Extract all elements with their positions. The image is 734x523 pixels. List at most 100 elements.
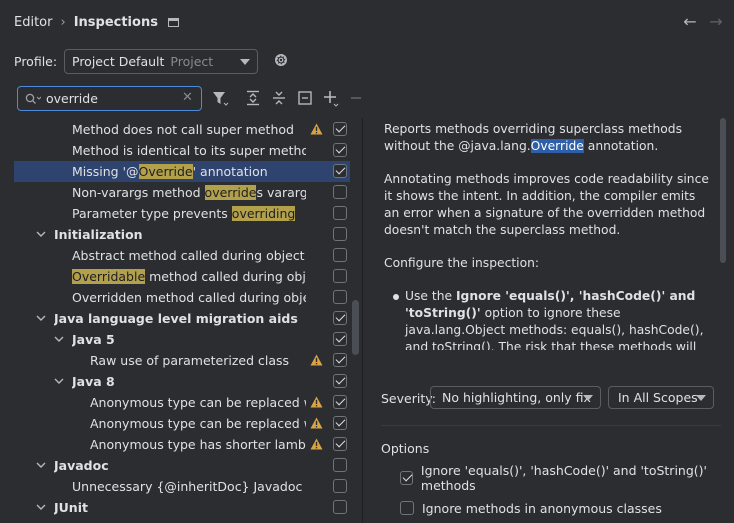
option-checkbox[interactable]: [400, 471, 413, 485]
tree-row[interactable]: Anonymous type has shorter lambda alt: [14, 434, 350, 455]
tree-row-checkbox[interactable]: [333, 353, 347, 367]
tree-row[interactable]: Method does not call super method: [14, 119, 350, 140]
warning-icon: [310, 354, 323, 366]
chevron-down-icon: [583, 395, 593, 401]
tree-group[interactable]: Java 5: [14, 329, 350, 350]
chevron-down-icon[interactable]: [35, 228, 47, 240]
filter-icon[interactable]: [211, 89, 229, 107]
tree-row-label: Method does not call super method: [72, 122, 294, 137]
tree-group[interactable]: Javadoc: [14, 455, 350, 476]
description-panel: Reports methods overriding superclass me…: [380, 118, 720, 350]
tree-row-checkbox[interactable]: [333, 479, 347, 493]
tree-row-label: Missing '@Override' annotation: [72, 164, 268, 179]
gear-icon[interactable]: [273, 52, 289, 68]
tree-row[interactable]: Abstract method called during object con…: [14, 245, 350, 266]
tree-row-checkbox[interactable]: [333, 248, 347, 262]
back-arrow-icon[interactable]: ←: [681, 12, 699, 31]
description-details: Annotating methods improves code readabi…: [384, 172, 709, 237]
tree-row-checkbox[interactable]: [333, 374, 347, 388]
warning-icon: [310, 396, 323, 408]
remove-icon[interactable]: [348, 89, 366, 107]
option-label: Ignore methods in anonymous classes: [422, 500, 662, 516]
tree-group[interactable]: Java language level migration aids: [14, 308, 350, 329]
search-match-highlight: override: [204, 185, 257, 200]
severity-label: Severity:: [381, 391, 436, 406]
tree-row[interactable]: Unnecessary {@inheritDoc} Javadoc comme: [14, 476, 350, 497]
search-match-highlight: overriding: [231, 206, 296, 221]
options-separator: [381, 425, 721, 426]
expand-all-icon[interactable]: [244, 89, 262, 107]
tree-group[interactable]: Java 8: [14, 371, 350, 392]
tree-row[interactable]: Anonymous type can be replaced with l: [14, 392, 350, 413]
tree-row-label: Javadoc: [54, 458, 109, 473]
tree-row-checkbox[interactable]: [333, 164, 347, 178]
tree-row[interactable]: Anonymous type can be replaced with r: [14, 413, 350, 434]
tree-row-label: Unnecessary {@inheritDoc} Javadoc comme: [72, 479, 306, 494]
tree-row[interactable]: Raw use of parameterized class: [14, 350, 350, 371]
tree-row-label: Abstract method called during object con…: [72, 248, 306, 263]
option-ignore-object-methods[interactable]: Ignore 'equals()', 'hashCode()' and 'toS…: [400, 463, 734, 493]
tree-row-label: Raw use of parameterized class: [90, 353, 290, 368]
tree-row-checkbox[interactable]: [333, 185, 347, 199]
tree-row-checkbox[interactable]: [333, 290, 347, 304]
tree-row-checkbox[interactable]: [333, 458, 347, 472]
warning-icon: [310, 123, 323, 135]
tree-row-checkbox[interactable]: [333, 206, 347, 220]
tree-row-label: Java 5: [72, 332, 115, 347]
search-input[interactable]: [46, 91, 176, 106]
tree-row-checkbox[interactable]: [333, 332, 347, 346]
description-bullet: Use the Ignore 'equals()', 'hashCode()' …: [384, 288, 714, 350]
profile-dropdown[interactable]: Project Default Project: [64, 49, 258, 74]
add-icon[interactable]: [322, 89, 340, 107]
breadcrumb-inspections: Inspections: [73, 14, 158, 30]
tree-row[interactable]: Overridable method called during object …: [14, 266, 350, 287]
warning-icon: [310, 417, 323, 429]
tree-group[interactable]: JUnit: [14, 497, 350, 518]
tree-row[interactable]: Non-varargs method overrides varargs met…: [14, 182, 350, 203]
breadcrumb: Editor › Inspections: [14, 12, 179, 32]
chevron-down-icon[interactable]: [35, 459, 47, 471]
clear-search-icon[interactable]: ✕: [182, 90, 193, 105]
description-summary: Reports methods overriding superclass me…: [384, 122, 682, 153]
tree-row-checkbox[interactable]: [333, 416, 347, 430]
tree-row[interactable]: Parameter type prevents overriding: [14, 203, 350, 224]
panel-divider[interactable]: [362, 118, 363, 523]
option-label: Ignore 'equals()', 'hashCode()' and 'toS…: [420, 463, 707, 493]
search-field[interactable]: ✕: [17, 86, 202, 111]
chevron-down-icon[interactable]: [35, 312, 47, 324]
tree-row[interactable]: Overridden method called during object c…: [14, 287, 350, 308]
tree-scrollbar[interactable]: [352, 300, 359, 355]
tree-row-label: Overridable method called during object …: [72, 269, 306, 284]
chevron-down-icon[interactable]: [53, 375, 65, 387]
scope-dropdown[interactable]: In All Scopes: [608, 386, 714, 409]
reset-to-default-icon[interactable]: [296, 89, 314, 107]
collapse-all-icon[interactable]: [270, 89, 288, 107]
tree-row-checkbox[interactable]: [333, 311, 347, 325]
chevron-down-icon[interactable]: [53, 333, 65, 345]
pin-icon[interactable]: [167, 17, 179, 27]
tree-group[interactable]: Initialization: [14, 224, 350, 245]
search-match-highlight: Overridable: [72, 269, 146, 284]
inspection-tree[interactable]: Method does not call super method Method …: [14, 118, 362, 523]
chevron-down-icon: [240, 59, 250, 65]
tree-row-label: Java language level migration aids: [54, 311, 298, 326]
description-scrollbar[interactable]: [720, 118, 726, 263]
tree-row-checkbox[interactable]: [333, 500, 347, 514]
chevron-down-icon[interactable]: [35, 501, 47, 513]
forward-arrow-icon[interactable]: →: [707, 12, 725, 31]
breadcrumb-editor[interactable]: Editor: [14, 15, 52, 30]
tree-row-label: Overridden method called during object c…: [72, 290, 306, 305]
tree-row[interactable]: Missing '@Override' annotation: [14, 161, 350, 182]
description-configure: Configure the inspection:: [384, 256, 540, 270]
tree-row-checkbox[interactable]: [333, 395, 347, 409]
severity-value: No highlighting, only fix: [442, 390, 591, 405]
tree-row[interactable]: Method is identical to its super method: [14, 140, 350, 161]
severity-dropdown[interactable]: No highlighting, only fix: [430, 386, 601, 409]
tree-row-checkbox[interactable]: [333, 143, 347, 157]
option-checkbox[interactable]: [400, 501, 414, 515]
tree-row-checkbox[interactable]: [333, 269, 347, 283]
tree-row-checkbox[interactable]: [333, 122, 347, 136]
tree-row-checkbox[interactable]: [333, 437, 347, 451]
tree-row-checkbox[interactable]: [333, 227, 347, 241]
option-ignore-anonymous[interactable]: Ignore methods in anonymous classes: [400, 499, 662, 517]
